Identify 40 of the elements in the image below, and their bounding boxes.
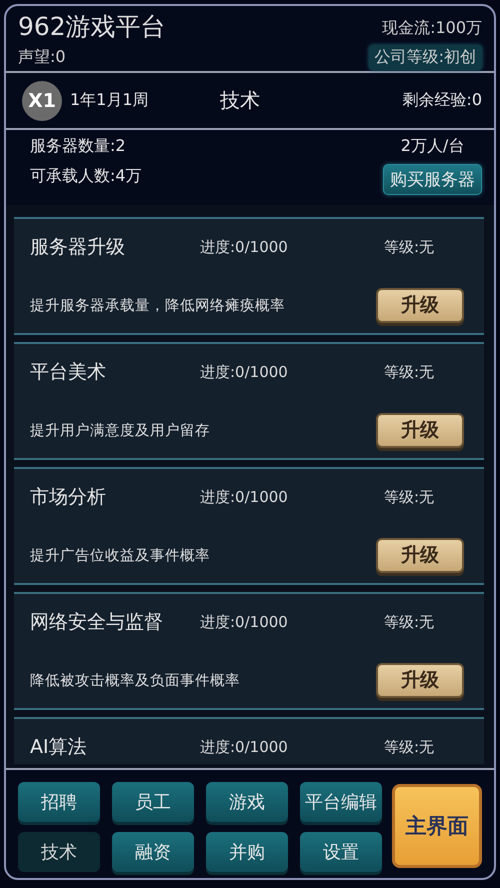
nav-tab[interactable]: 平台编辑 bbox=[300, 782, 382, 822]
capacity-text: 可承载人数:4万 bbox=[30, 166, 142, 187]
remaining-exp-text: 剩余经验:0 bbox=[402, 90, 482, 111]
level-text: 等级:无 bbox=[384, 612, 434, 632]
tech-name: 平台美术 bbox=[30, 360, 107, 385]
tech-name: 服务器升级 bbox=[30, 235, 126, 260]
tech-description: 降低被攻击概率及负面事件概率 bbox=[30, 672, 240, 690]
level-text: 等级:无 bbox=[384, 738, 434, 756]
tech-name: 市场分析 bbox=[30, 485, 107, 510]
tech-description: 提升广告位收益及事件概率 bbox=[30, 546, 210, 564]
company-level-badge: 公司等级:初创 bbox=[368, 45, 482, 70]
level-text: 等级:无 bbox=[384, 488, 434, 506]
speed-button[interactable]: X1 bbox=[22, 80, 62, 120]
server-count-text: 服务器数量:2 bbox=[30, 136, 127, 157]
progress-text: 进度:0/1000 bbox=[200, 238, 289, 256]
progress-text: 进度:0/1000 bbox=[200, 738, 289, 756]
tech-name: 网络安全与监督 bbox=[30, 610, 164, 635]
level-text: 等级:无 bbox=[384, 238, 434, 256]
nav-tab[interactable]: 设置 bbox=[300, 832, 382, 872]
game-title: 962游戏平台 bbox=[18, 11, 166, 43]
nav-tab[interactable]: 员工 bbox=[112, 782, 194, 822]
tech-description: 提升用户满意度及用户留存 bbox=[30, 422, 210, 440]
reputation-text: 声望:0 bbox=[18, 47, 67, 68]
date-text: 1年1月1周 bbox=[70, 90, 150, 111]
progress-text: 进度:0/1000 bbox=[200, 488, 289, 506]
tech-name: AI算法 bbox=[30, 735, 88, 760]
level-text: 等级:无 bbox=[384, 362, 434, 382]
home-button[interactable]: 主界面 bbox=[392, 784, 482, 868]
nav-tab[interactable]: 融资 bbox=[112, 832, 194, 872]
per-server-text: 2万人/台 bbox=[400, 136, 464, 157]
progress-text: 进度:0/1000 bbox=[200, 362, 289, 382]
nav-tab[interactable]: 技术 bbox=[18, 832, 100, 872]
tech-description: 提升服务器承载量，降低网络瘫痪概率 bbox=[30, 296, 285, 314]
nav-tab[interactable]: 招聘 bbox=[18, 782, 100, 822]
cash-flow-text: 现金流:100万 bbox=[382, 18, 482, 39]
nav-tab[interactable]: 游戏 bbox=[206, 782, 288, 822]
buy-server-button[interactable]: 购买服务器 bbox=[383, 164, 482, 195]
progress-text: 进度:0/1000 bbox=[200, 612, 289, 632]
nav-tab[interactable]: 并购 bbox=[206, 832, 288, 872]
section-title: 技术 bbox=[220, 87, 261, 114]
